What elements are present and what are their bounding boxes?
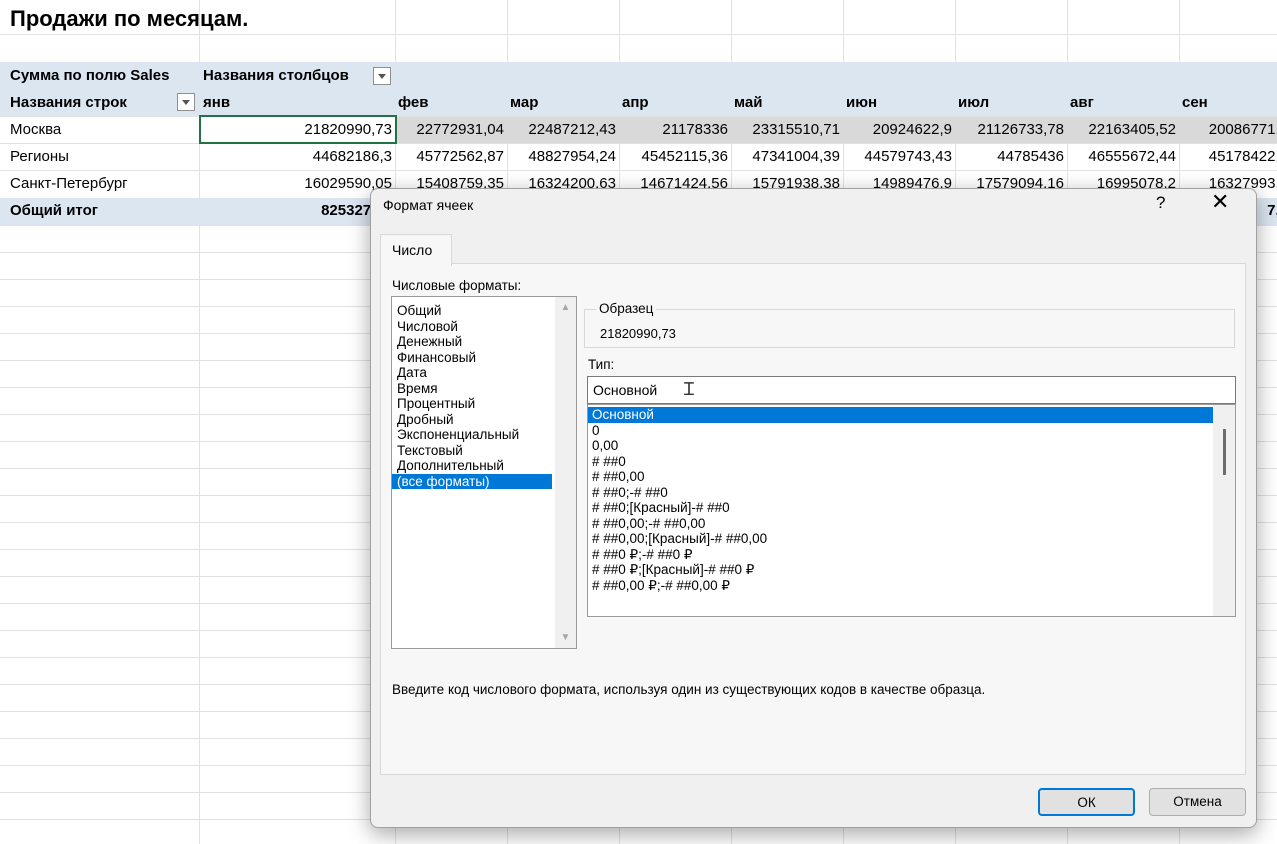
scroll-down-icon[interactable]: ▼ [557, 629, 574, 646]
category-item[interactable]: Экспоненциальный [392, 427, 552, 443]
help-button[interactable]: ? [1156, 193, 1165, 213]
month-header[interactable]: авг [1070, 89, 1094, 116]
scroll-thumb[interactable] [1223, 429, 1226, 475]
type-label: Тип: [588, 357, 615, 372]
value-cell[interactable]: 44682186,3 [274, 143, 392, 170]
sample-label: Образец [596, 301, 657, 316]
dialog-title: Формат ячеек [383, 197, 474, 213]
value-cell[interactable]: 21126733,78 [946, 116, 1064, 143]
formats-listbox[interactable]: Основной 0 0,00 # ##0 # ##0,00 # ##0;-# ##0 # … [587, 404, 1236, 617]
value-cell[interactable]: 45772562,87 [386, 143, 504, 170]
format-item[interactable]: # ##0 ₽;[Красный]-# ##0 ₽ [588, 562, 1213, 578]
column-filter-dropdown-icon[interactable] [373, 67, 391, 85]
type-input-value: Основной [593, 382, 658, 398]
format-hint: Введите код числового формата, используя… [392, 682, 986, 697]
category-item[interactable]: Числовой [392, 319, 552, 335]
value-cell[interactable]: 47341004,39 [722, 143, 840, 170]
category-item[interactable]: Общий [392, 303, 552, 319]
row-filter-dropdown-icon[interactable] [177, 93, 195, 111]
month-header[interactable]: мар [510, 89, 538, 116]
value-cell[interactable]: 22772931,04 [386, 116, 504, 143]
value-cell[interactable]: 48827954,24 [498, 143, 616, 170]
month-header[interactable]: июл [958, 89, 989, 116]
cancel-button[interactable]: Отмена [1149, 788, 1246, 816]
value-cell[interactable]: 22163405,52 [1058, 116, 1176, 143]
sample-group [584, 309, 1235, 348]
month-header[interactable]: май [734, 89, 762, 116]
formats-scrollbar[interactable] [1213, 405, 1235, 616]
row-label[interactable]: Регионы [10, 143, 69, 170]
formats-list: Основной 0 0,00 # ##0 # ##0,00 # ##0;-# ##0 # … [588, 405, 1213, 593]
category-item[interactable]: Дополнительный [392, 458, 552, 474]
category-item[interactable]: Финансовый [392, 350, 552, 366]
format-item[interactable]: # ##0,00 [588, 469, 1213, 485]
category-item[interactable]: Процентный [392, 396, 552, 412]
month-header[interactable]: июн [846, 89, 877, 116]
value-cell[interactable]: 46555672,44 [1058, 143, 1176, 170]
value-cell[interactable]: 45178422,6 [1170, 143, 1277, 170]
value-cell[interactable]: 45452115,36 [610, 143, 728, 170]
format-cells-dialog: Формат ячеек ? ✕ Число Числовые форматы:… [370, 188, 1257, 828]
month-header[interactable]: янв [203, 89, 230, 116]
month-header[interactable]: сен [1182, 89, 1208, 116]
format-item[interactable]: 0,00 [588, 438, 1213, 454]
category-item[interactable]: (все форматы) [392, 473, 552, 489]
categories-list: Общий Числовой Денежный Финансовый Дата Время… [392, 297, 552, 489]
close-icon[interactable]: ✕ [1211, 189, 1229, 215]
ok-button[interactable]: ОК [1038, 788, 1135, 816]
category-item[interactable]: Денежный [392, 334, 552, 350]
value-cell[interactable]: 23315510,71 [722, 116, 840, 143]
month-header[interactable]: фев [398, 89, 429, 116]
value-cell[interactable]: 20086771,7 [1170, 116, 1277, 143]
format-item[interactable]: 0 [588, 423, 1213, 439]
pivot-values-label[interactable]: Сумма по полю Sales [10, 62, 169, 89]
category-item[interactable]: Дробный [392, 412, 552, 428]
pivot-columns-label[interactable]: Названия столбцов [203, 62, 349, 89]
format-item[interactable]: Основной [588, 407, 1213, 423]
value-cell[interactable]: 21820990,73 [274, 116, 392, 143]
value-cell[interactable]: 21178336 [610, 116, 728, 143]
month-header[interactable]: апр [622, 89, 649, 116]
sample-value: 21820990,73 [600, 326, 676, 341]
format-item[interactable]: # ##0 ₽;-# ##0 ₽ [588, 547, 1213, 563]
row-label[interactable]: Москва [10, 116, 61, 143]
scroll-up-icon[interactable]: ▲ [557, 299, 574, 316]
categories-listbox[interactable]: Общий Числовой Денежный Финансовый Дата Время… [391, 296, 577, 649]
category-item[interactable]: Дата [392, 365, 552, 381]
value-cell[interactable]: 44579743,43 [834, 143, 952, 170]
category-item[interactable]: Текстовый [392, 443, 552, 459]
format-item[interactable]: # ##0 [588, 454, 1213, 470]
categories-scrollbar[interactable]: ▲ ▼ [555, 297, 576, 648]
type-input[interactable]: Основной Ɪ [587, 376, 1236, 404]
text-cursor-icon: Ɪ [684, 379, 695, 399]
format-item[interactable]: # ##0;-# ##0 [588, 485, 1213, 501]
sheet-title: Продажи по месяцам. [10, 6, 249, 31]
row-label[interactable]: Санкт-Петербург [10, 170, 128, 197]
value-cell[interactable]: 22487212,43 [498, 116, 616, 143]
grid-row-line [0, 34, 1277, 35]
pivot-rows-label[interactable]: Названия строк [10, 89, 127, 116]
format-item[interactable]: # ##0;[Красный]-# ##0 [588, 500, 1213, 516]
format-item[interactable]: # ##0,00 ₽;-# ##0,00 ₽ [588, 578, 1213, 594]
category-item[interactable]: Время [392, 381, 552, 397]
total-row-label[interactable]: Общий итог [10, 197, 98, 224]
format-item[interactable]: # ##0,00;-# ##0,00 [588, 516, 1213, 532]
format-item[interactable]: # ##0,00;[Красный]-# ##0,00 [588, 531, 1213, 547]
tab-number[interactable]: Число [380, 234, 452, 266]
value-cell[interactable]: 20924622,9 [834, 116, 952, 143]
value-cell[interactable]: 44785436 [946, 143, 1064, 170]
categories-label: Числовые форматы: [392, 278, 522, 293]
